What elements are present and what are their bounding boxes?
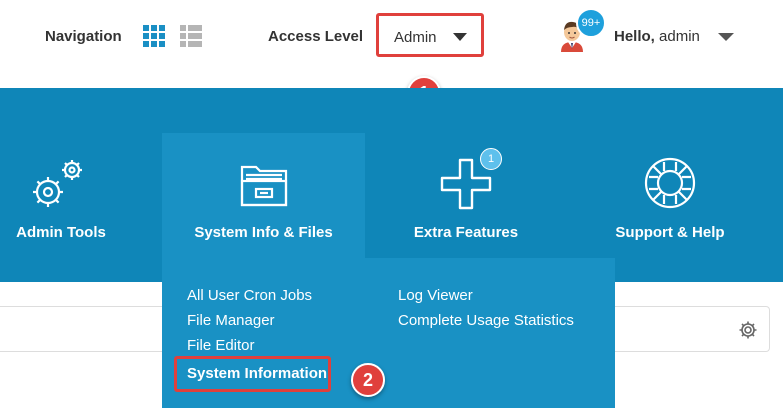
link-system-information[interactable]: System Information — [174, 356, 331, 392]
main-menu-band: Admin Tools System Info & Files 1 Extra … — [0, 88, 783, 282]
access-level-select[interactable]: Admin — [376, 13, 484, 57]
dropdown-right-column: Log Viewer Complete Usage Statistics — [398, 285, 574, 335]
settings-gear-icon[interactable] — [738, 320, 758, 340]
link-all-user-cron-jobs[interactable]: All User Cron Jobs — [187, 285, 331, 310]
menu-extra-features-label: Extra Features — [413, 224, 519, 241]
lifebuoy-icon — [644, 157, 696, 209]
access-level-value: Admin — [394, 29, 437, 46]
navigation-label: Navigation — [45, 28, 122, 45]
list-view-icon[interactable] — [180, 25, 202, 47]
gears-icon — [33, 160, 82, 207]
link-complete-usage-statistics[interactable]: Complete Usage Statistics — [398, 310, 574, 335]
menu-support-help-label: Support & Help — [615, 224, 725, 241]
folder-icon — [240, 165, 288, 207]
greeting-text: Hello, — [614, 28, 655, 45]
system-info-dropdown: All User Cron Jobs File Manager File Edi… — [162, 258, 615, 408]
menu-support-help[interactable]: Support & Help — [600, 88, 740, 282]
user-greeting: Hello, admin — [614, 28, 700, 45]
user-menu-caret-icon[interactable] — [718, 33, 734, 41]
link-file-manager[interactable]: File Manager — [187, 310, 331, 335]
top-bar: Navigation Access Level Admin 1 99+ Hell… — [0, 0, 783, 110]
access-level-label: Access Level — [268, 28, 364, 45]
extra-features-badge: 1 — [480, 148, 502, 170]
grid-view-icon[interactable] — [143, 25, 165, 47]
link-log-viewer[interactable]: Log Viewer — [398, 285, 574, 310]
step-2-marker: 2 — [351, 363, 385, 397]
notification-badge[interactable]: 99+ — [576, 8, 606, 38]
dropdown-caret-icon — [453, 33, 467, 41]
username: admin — [659, 28, 700, 45]
dropdown-left-column: All User Cron Jobs File Manager File Edi… — [174, 285, 331, 392]
menu-system-info-files-label: System Info & Files — [194, 224, 333, 241]
menu-extra-features[interactable]: 1 Extra Features — [386, 88, 546, 282]
menu-admin-tools[interactable]: Admin Tools — [0, 88, 122, 282]
menu-admin-tools-label: Admin Tools — [16, 224, 106, 241]
